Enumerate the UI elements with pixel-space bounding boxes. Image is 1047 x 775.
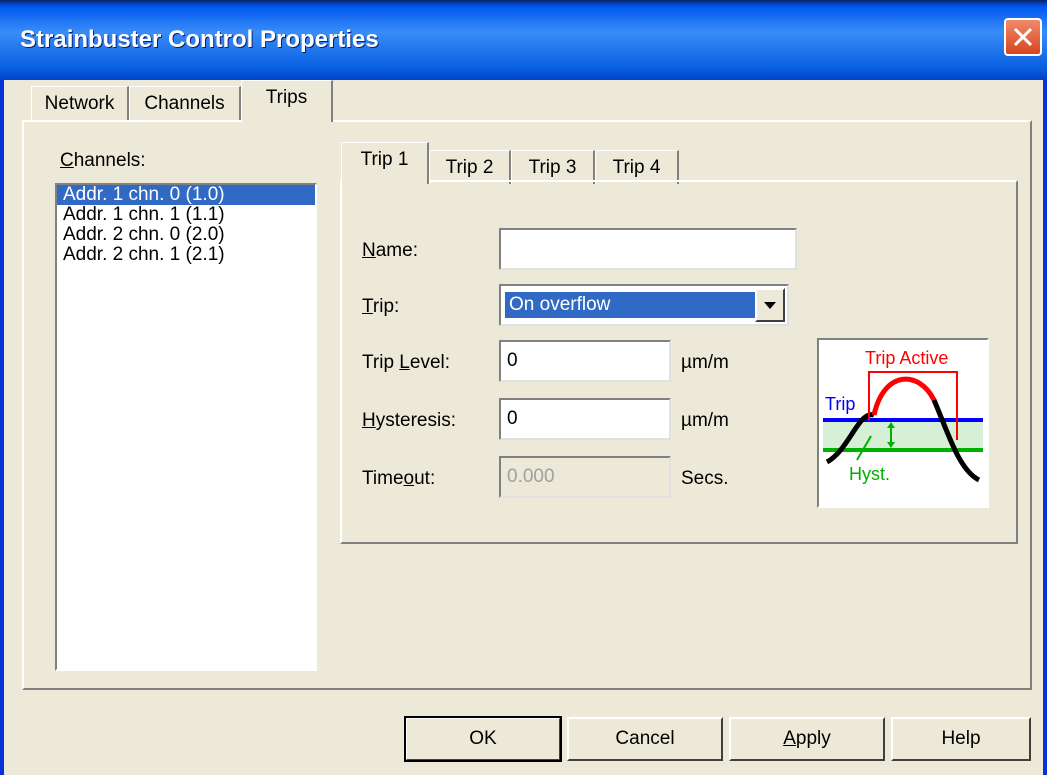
tab-trip-3[interactable]: Trip 3 <box>511 150 595 184</box>
hysteresis-label: Hysteresis: <box>362 410 456 431</box>
tab-trip-4[interactable]: Trip 4 <box>595 150 679 184</box>
trip-diagram-graphic: Trip Active Trip Hyst. <box>823 348 983 484</box>
trip-level-unit: µm/m <box>681 352 729 373</box>
ok-button[interactable]: OK <box>404 716 562 762</box>
timeout-unit: Secs. <box>681 468 729 489</box>
tab-label: Trip 1 <box>360 149 409 170</box>
trip-diagram: Trip Active Trip Hyst. <box>817 338 989 508</box>
tab-label: Trip 4 <box>612 157 661 178</box>
close-icon <box>1013 27 1033 47</box>
tab-label: Trips <box>265 87 308 108</box>
title-bar[interactable]: Strainbuster Control Properties <box>0 0 1047 80</box>
help-button[interactable]: Help <box>891 717 1031 761</box>
hysteresis-field[interactable]: 0 <box>499 398 671 440</box>
cancel-button[interactable]: Cancel <box>567 717 723 761</box>
tab-label: Network <box>44 93 115 114</box>
list-item[interactable]: Addr. 1 chn. 1 (1.1) <box>57 205 315 225</box>
dropdown-button[interactable] <box>755 288 785 322</box>
timeout-label: Timeout: <box>362 468 436 489</box>
list-item[interactable]: Addr. 2 chn. 0 (2.0) <box>57 225 315 245</box>
tab-channels[interactable]: Channels <box>129 86 241 120</box>
trip-active-text: Trip Active <box>865 348 948 368</box>
window-title: Strainbuster Control Properties <box>20 26 379 53</box>
tab-trip-2[interactable]: Trip 2 <box>429 150 511 184</box>
trip-select-value: On overflow <box>504 291 756 319</box>
tab-trips[interactable]: Trips <box>241 80 333 122</box>
tab-network[interactable]: Network <box>31 86 129 120</box>
hysteresis-unit: µm/m <box>681 410 729 431</box>
list-item[interactable]: Addr. 2 chn. 1 (2.1) <box>57 245 315 265</box>
tab-label: Channels <box>144 93 225 114</box>
channels-label: Channels: <box>60 150 146 171</box>
tab-label: Trip 3 <box>528 157 577 178</box>
trip-select[interactable]: On overflow <box>499 284 789 326</box>
list-item[interactable]: Addr. 1 chn. 0 (1.0) <box>57 185 315 205</box>
hyst-text: Hyst. <box>849 464 890 484</box>
apply-button[interactable]: Apply <box>729 717 885 761</box>
trip-level-field[interactable]: 0 <box>499 340 671 382</box>
trip-label: Trip: <box>362 296 400 317</box>
trip-level-label: Trip Level: <box>362 352 451 373</box>
channels-listbox[interactable]: Addr. 1 chn. 0 (1.0) Addr. 1 chn. 1 (1.1… <box>55 183 317 671</box>
trip-text: Trip <box>825 394 855 414</box>
tab-trip-1[interactable]: Trip 1 <box>341 142 429 184</box>
name-label: Name: <box>362 240 418 261</box>
chevron-down-icon <box>764 302 776 309</box>
tab-label: Trip 2 <box>445 157 494 178</box>
close-button[interactable] <box>1004 18 1042 56</box>
name-field[interactable] <box>499 228 797 270</box>
timeout-field[interactable]: 0.000 <box>499 456 671 498</box>
